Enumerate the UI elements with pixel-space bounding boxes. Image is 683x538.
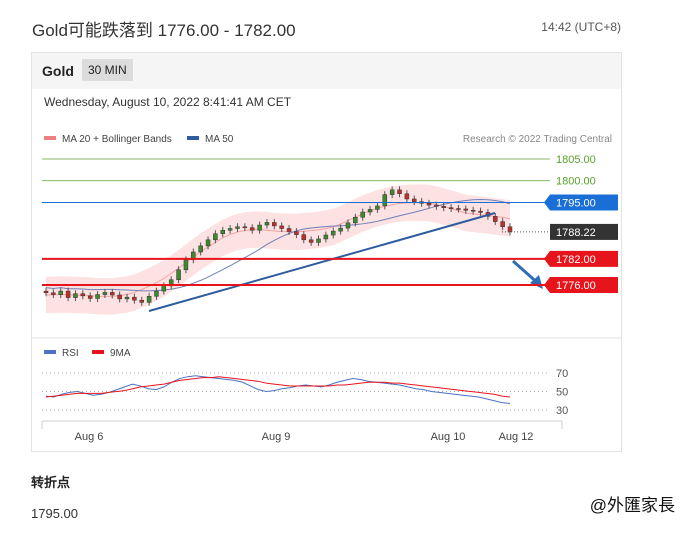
svg-text:1805.00: 1805.00	[556, 154, 596, 166]
section-title: 转折点	[31, 475, 71, 490]
legend-rsi-swatch	[44, 350, 56, 354]
chart-credit: Research © 2022 Trading Central	[463, 134, 612, 145]
legend-9ma-swatch	[92, 350, 104, 354]
rsi-gridline: 30	[42, 405, 568, 417]
svg-text:1782.00: 1782.00	[556, 254, 596, 266]
legend-9ma-label: 9MA	[110, 348, 131, 359]
x-tick-label: Aug 6	[75, 431, 104, 443]
x-tick-label: Aug 12	[499, 431, 534, 443]
svg-text:1776.00: 1776.00	[556, 280, 596, 292]
price-level-1795-00: 1795.00	[42, 194, 618, 211]
legend-ma20-label: MA 20 + Bollinger Bands	[62, 134, 172, 145]
svg-text:70: 70	[556, 368, 568, 380]
x-tick-label: Aug 9	[262, 431, 291, 443]
price-level-1805-00: 1805.00	[42, 154, 596, 166]
watermark: @外匯家長	[589, 496, 675, 515]
headline: Gold可能跌落到 1776.00 - 1782.00	[32, 21, 296, 40]
legend-ma50-label: MA 50	[205, 134, 234, 145]
price-chart: MA 20 + Bollinger Bands MA 50 Research ©…	[32, 134, 621, 443]
pivot-value: 1795.00	[31, 506, 78, 521]
svg-text:50: 50	[556, 387, 568, 399]
chart-panel: Gold 30 MIN Wednesday, August 10, 2022 8…	[31, 52, 622, 452]
legend-ma50-swatch	[187, 136, 199, 140]
svg-text:1788.22: 1788.22	[556, 227, 596, 239]
timestamp: 14:42 (UTC+8)	[541, 20, 621, 34]
svg-text:1800.00: 1800.00	[556, 176, 596, 188]
price-level-1800-00: 1800.00	[42, 176, 596, 188]
bollinger-band	[46, 184, 510, 315]
svg-text:30: 30	[556, 405, 568, 417]
rsi-9ma-line	[45, 376, 511, 398]
rsi-line	[45, 375, 511, 405]
legend-ma20-swatch	[44, 136, 56, 140]
x-tick-label: Aug 10	[431, 431, 466, 443]
rsi-gridline: 70	[42, 368, 568, 380]
svg-text:1795.00: 1795.00	[556, 197, 596, 209]
legend-rsi-label: RSI	[62, 348, 79, 359]
price-level-1788-22: 1788.22	[502, 223, 618, 240]
price-level-1782-00: 1782.00	[42, 250, 618, 267]
